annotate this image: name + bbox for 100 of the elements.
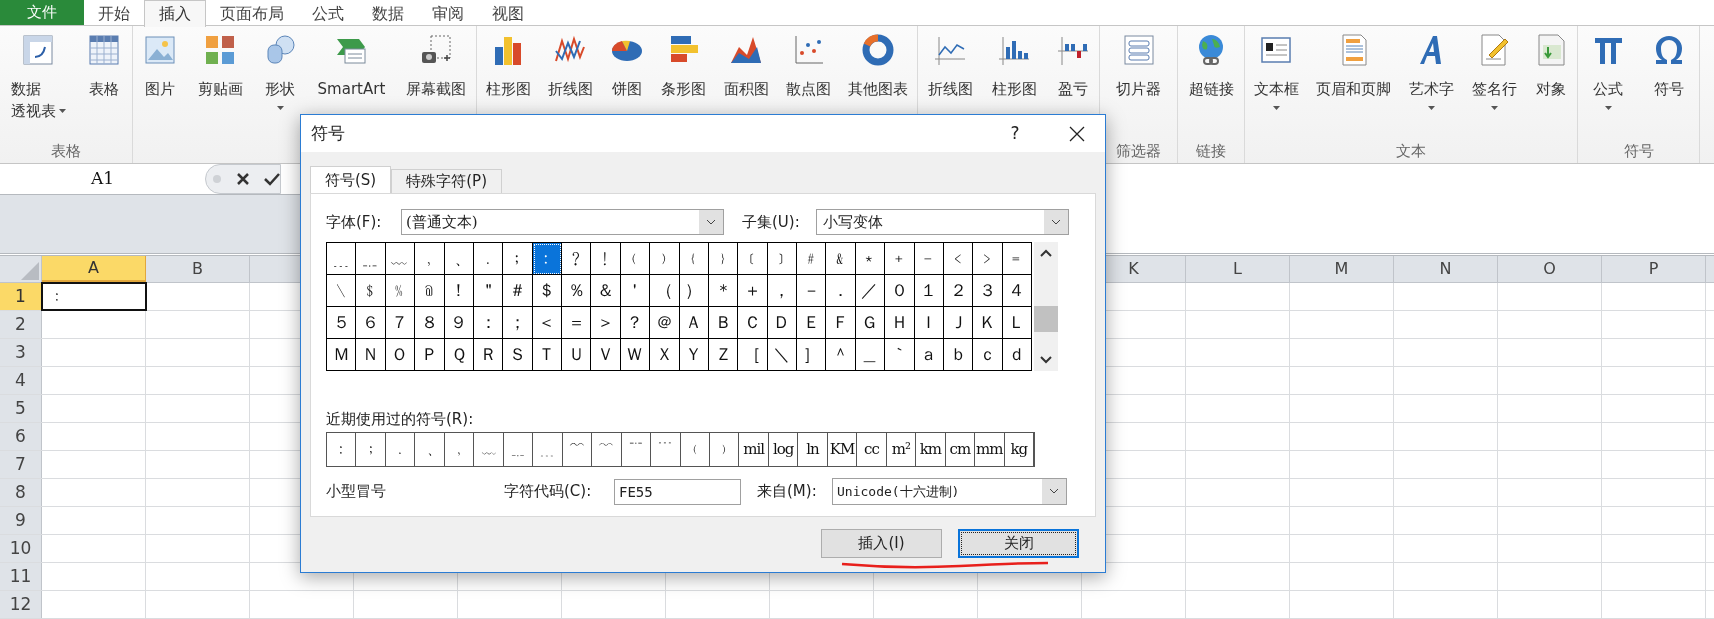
dialog-button[interactable]: 关闭 [958,529,1079,558]
row-header[interactable]: 6 [0,423,42,450]
symbol-cell[interactable]: ﹢ [885,243,915,275]
scroll-thumb[interactable] [1034,305,1058,332]
symbol-cell[interactable]: ﹑ [444,243,474,275]
column-header[interactable]: A [42,256,146,282]
row-header[interactable]: 11 [0,563,42,590]
symbol-cell[interactable]: ｀ [885,339,915,371]
symbol-cell[interactable]: ＾ [826,339,856,371]
symbol-cell[interactable]: Ｃ [738,307,768,339]
ribbon-button[interactable]: 数据 透视表 [9,30,67,139]
ribbon-button[interactable]: 对象 [1533,30,1570,139]
collapse-icon[interactable] [212,174,222,184]
ribbon-button[interactable]: 表格 [86,30,123,139]
symbol-cell[interactable]: ， [767,275,797,307]
symbol-cell[interactable]: Ｎ [356,339,386,371]
column-header[interactable]: M [1290,256,1394,282]
symbol-cell[interactable]: ＜ [532,307,562,339]
symbol-cell[interactable]: ９ [444,307,474,339]
ribbon-button[interactable]: 散点图 [785,30,833,139]
check-icon[interactable] [264,172,280,186]
row-header[interactable]: 12 [0,591,42,618]
symbol-cell[interactable]: ﹨ [327,275,357,307]
symbol-cell[interactable]: ． [826,275,856,307]
ribbon-button[interactable]: 艺术字 [1408,30,1455,139]
symbol-cell[interactable]: ） [679,275,709,307]
ribbon-button[interactable]: 折线图 [926,30,974,139]
row-header[interactable]: 1 [0,283,42,310]
symbol-cell[interactable]: ﹗ [591,243,621,275]
symbol-cell[interactable]: ］ [797,339,827,371]
symbol-cell[interactable]: ＃ [503,275,533,307]
row-header[interactable]: 3 [0,339,42,366]
ribbon-tab[interactable]: 插入 [144,0,206,27]
column-header[interactable]: B [146,256,250,282]
symbol-cell[interactable]: ＄ [532,275,562,307]
ribbon-button[interactable]: 符号 [1650,30,1687,139]
symbol-cell[interactable]: Ｒ [473,339,504,371]
symbol-cell[interactable]: ﹛ [679,243,709,275]
symbol-cell[interactable]: ﹡ [855,243,886,275]
symbol-cell[interactable]: ： [473,307,504,339]
ribbon-tab[interactable]: 公式 [298,0,358,27]
ribbon-button[interactable]: 柱形图 [484,30,532,139]
symbol-cell[interactable]: ｄ [1002,339,1032,371]
column-header[interactable]: N [1394,256,1498,282]
file-tab[interactable]: 文件 [0,0,84,25]
symbol-cell[interactable]: Ｌ [1002,307,1032,339]
column-header[interactable]: L [1186,256,1290,282]
symbol-cell[interactable]: ﹝ [738,243,768,275]
symbol-cell[interactable]: ？ [620,307,651,339]
symbol-cell[interactable]: ＝ [562,307,592,339]
symbol-cell[interactable]: ； [503,307,533,339]
font-select[interactable]: (普通文本) [401,209,724,235]
symbol-cell[interactable]: ７ [385,307,416,339]
ribbon-button[interactable]: 公式 [1590,30,1627,139]
symbol-cell[interactable]: ２ [943,275,974,307]
symbol-cell[interactable]: Ｖ [591,339,621,371]
symbol-cell[interactable]: ﹚ [650,243,680,275]
symbol-cell[interactable]: ６ [356,307,386,339]
ribbon-tab[interactable]: 视图 [478,0,538,27]
symbol-cell[interactable]: ﹤ [943,243,974,275]
symbol-cell[interactable]: ％ [562,275,592,307]
ribbon-button[interactable]: 超链接 [1187,30,1235,139]
symbol-cell[interactable]: ﹥ [973,243,1003,275]
symbol-cell[interactable]: ﹟ [797,243,827,275]
column-header[interactable] [1706,256,1714,282]
symbol-cell[interactable]: ﹦ [1002,243,1032,275]
ribbon-button[interactable]: 切片器 [1115,30,1162,139]
row-header[interactable]: 4 [0,367,42,394]
symbol-cell[interactable]: ﹙ [620,243,651,275]
ribbon-button[interactable]: 条形图 [660,30,708,139]
scrollbar[interactable] [1034,242,1058,371]
symbol-cell[interactable]: ＼ [767,339,797,371]
ribbon-button[interactable]: 文本框 [1252,30,1300,139]
symbol-cell[interactable]: ａ [914,339,944,371]
symbol-cell[interactable]: Ｄ [767,307,797,339]
ribbon-button[interactable]: 页眉和页脚 [1315,30,1393,139]
symbol-cell[interactable]: Ｂ [708,307,739,339]
symbol-cell[interactable]: ！ [444,275,474,307]
symbol-cell[interactable]: ﹠ [826,243,856,275]
symbol-cell[interactable]: ﹫ [415,275,445,307]
row-header[interactable]: 9 [0,507,42,534]
symbol-cell[interactable]: Ｔ [532,339,562,371]
symbol-cell[interactable]: Ｆ [826,307,856,339]
symbol-cell[interactable]: ﹎ [356,243,386,275]
ribbon-button[interactable]: 剪贴画 [196,30,244,139]
symbol-cell[interactable]: ﹖ [562,243,592,275]
sheet-cell[interactable]: ﹕ [42,283,146,310]
symbol-cell[interactable]: ＋ [738,275,768,307]
subset-select[interactable]: 小写变体 [816,209,1069,235]
symbol-cell[interactable]: Ｉ [914,307,944,339]
symbol-cell[interactable]: ｂ [943,339,974,371]
symbol-cell[interactable]: ﹐ [415,243,445,275]
symbol-cell[interactable]: ﹒ [473,243,504,275]
symbol-cell[interactable]: Ｍ [327,339,357,371]
symbol-cell[interactable]: ﹣ [914,243,944,275]
ribbon-button[interactable]: 折线图 [546,30,594,139]
symbol-cell[interactable]: Ｐ [415,339,445,371]
symbol-cell[interactable]: Ｊ [943,307,974,339]
symbol-cell[interactable]: Ｘ [650,339,680,371]
ribbon-button[interactable]: 签名行 [1470,30,1518,139]
